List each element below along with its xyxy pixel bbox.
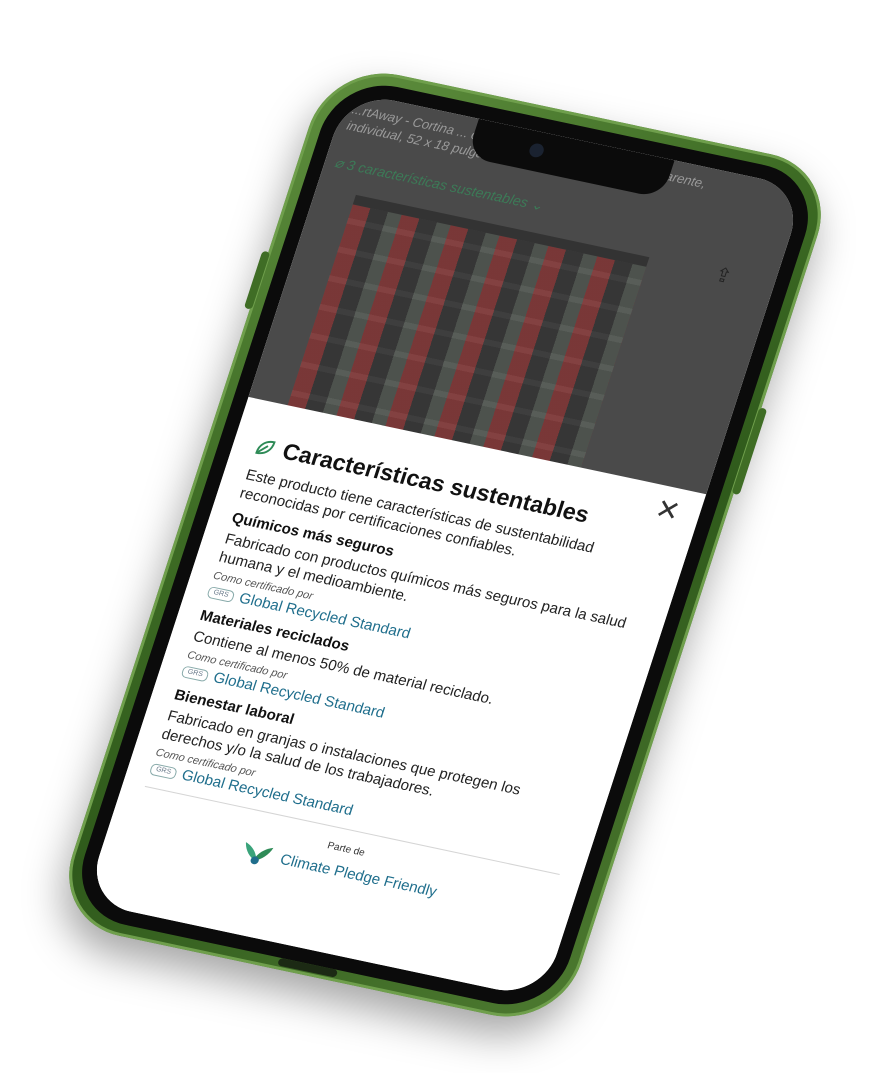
grs-logo-icon: GRS — [148, 762, 179, 780]
phone-mockup: ...rtAway - Cortina ... con bolsillo par… — [50, 60, 840, 1030]
chevron-down-icon: ⌄ — [525, 195, 546, 214]
leaf-icon — [255, 440, 276, 454]
close-button[interactable]: ✕ — [651, 492, 685, 528]
grs-logo-icon: GRS — [206, 585, 236, 603]
sustainability-panel: ✕ Características sustentables Este prod… — [84, 396, 707, 1000]
close-icon: ✕ — [651, 492, 685, 528]
grs-logo-icon: GRS — [180, 664, 210, 682]
stage: ...rtAway - Cortina ... con bolsillo par… — [0, 0, 871, 1073]
share-icon[interactable]: ⇪ — [712, 262, 738, 289]
camera-icon — [527, 142, 546, 159]
climate-pledge-logo-icon — [246, 842, 274, 865]
